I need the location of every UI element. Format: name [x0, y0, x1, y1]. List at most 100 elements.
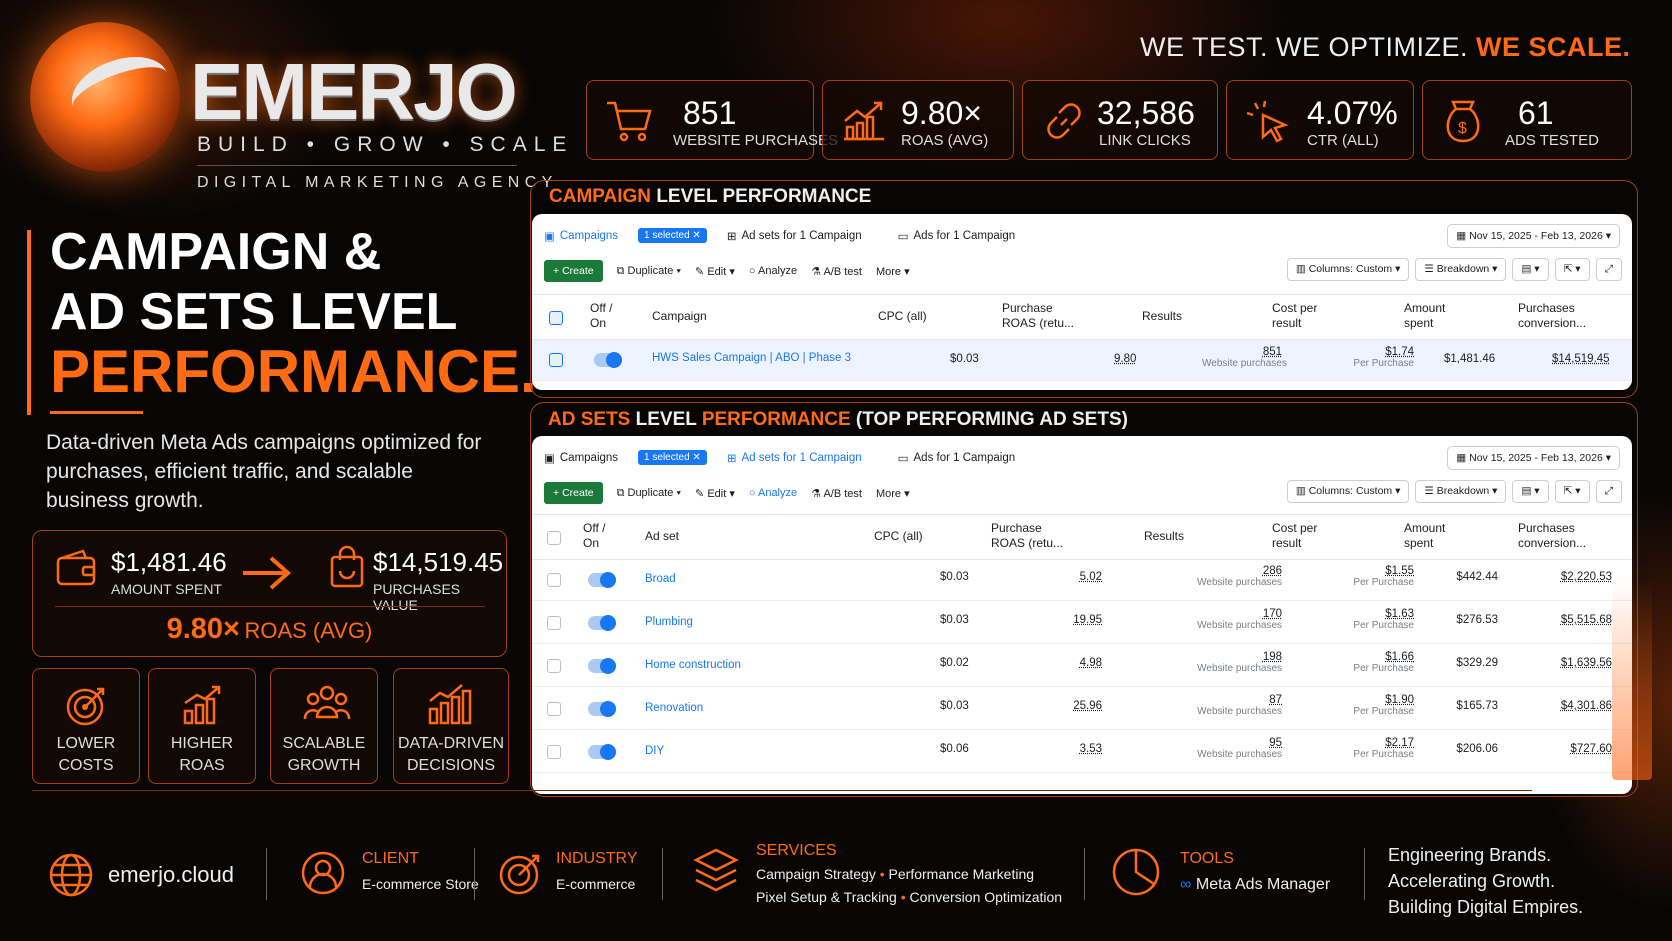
breakdown-button[interactable]: ☰ Breakdown ▾ — [1415, 258, 1507, 281]
column-header-roas[interactable]: Purchase ROAS (retu... — [1002, 301, 1074, 331]
row-checkbox[interactable] — [547, 573, 561, 587]
brand-tagline: BUILD • GROW • SCALE — [197, 133, 574, 156]
expand-button[interactable]: ⤢ — [1595, 480, 1622, 503]
analyze-button[interactable]: ○ Analyze — [749, 265, 797, 277]
columns-button[interactable]: ▥ Columns: Custom ▾ — [1286, 480, 1410, 503]
expand-button[interactable]: ⤢ — [1595, 258, 1622, 281]
edit-button[interactable]: ✎ Edit ▾ — [695, 487, 735, 500]
campaigns-tab-icon: ▣ — [544, 452, 555, 465]
table-row[interactable]: Plumbing $0.03 19.95 170 Website purchase… — [532, 603, 1632, 644]
date-range-picker[interactable]: ▦ Nov 15, 2025 - Feb 13, 2026 ▾ — [1447, 446, 1620, 470]
table-row[interactable]: Renovation $0.03 25.96 87 Website purchas… — [532, 689, 1632, 730]
benefit-higher-roas: HIGHER ROAS — [148, 668, 256, 784]
column-header-conversion[interactable]: Purchases conversion... — [1518, 301, 1586, 331]
duplicate-button[interactable]: ⧉ Duplicate ▾ — [617, 265, 681, 278]
reports-button[interactable]: ▤ ▾ — [1512, 258, 1549, 281]
column-header-cpc[interactable]: CPC (all) — [874, 529, 923, 544]
selected-badge[interactable]: 1 selected ✕ — [638, 228, 707, 243]
export-button[interactable]: ⇱ ▾ — [1554, 480, 1590, 503]
adset-name-link[interactable]: Home construction — [645, 659, 741, 671]
ab-test-button[interactable]: ⚗ A/B test — [811, 487, 862, 500]
headline: CAMPAIGN & AD SETS LEVEL PERFORMANCE. — [50, 222, 537, 402]
row-checkbox[interactable] — [547, 616, 561, 630]
export-button[interactable]: ⇱ ▾ — [1554, 258, 1590, 281]
table-row[interactable]: DIY $0.06 3.53 95 Website purchases $2.17… — [532, 732, 1632, 773]
grid-icon: ⊞ — [726, 230, 737, 243]
row-toggle[interactable] — [594, 352, 622, 368]
create-button[interactable]: + Create — [544, 482, 603, 504]
cart-icon — [607, 101, 652, 142]
column-header-conversion[interactable]: Purchases conversion... — [1518, 521, 1586, 551]
reports-button[interactable]: ▤ ▾ — [1512, 480, 1549, 503]
row-checkbox[interactable] — [547, 659, 561, 673]
tab-campaigns[interactable]: ▣ Campaigns — [544, 229, 618, 243]
roas-value: 3.53 — [1079, 743, 1102, 755]
ab-test-button[interactable]: ⚗ A/B test — [811, 265, 862, 278]
campaign-name-link[interactable]: HWS Sales Campaign | ABO | Phase 3 — [652, 352, 851, 364]
row-toggle[interactable] — [588, 744, 616, 760]
breakdown-icon: ☰ — [1424, 263, 1434, 275]
more-button[interactable]: More ▾ — [876, 487, 910, 500]
services-line2: Pixel Setup & Tracking • Conversion Opti… — [756, 889, 1063, 905]
table-row[interactable]: HWS Sales Campaign | ABO | Phase 3 $0.03… — [532, 340, 1632, 381]
people-icon — [303, 685, 351, 720]
columns-icon: ▥ — [1295, 485, 1306, 497]
select-all-checkbox[interactable] — [547, 531, 561, 545]
row-checkbox[interactable] — [549, 353, 563, 367]
row-toggle[interactable] — [588, 615, 616, 631]
columns-button[interactable]: ▥ Columns: Custom ▾ — [1286, 258, 1410, 281]
tab-ads[interactable]: ▭ Ads for 1 Campaign — [898, 229, 1016, 243]
analyze-button[interactable]: ○ Analyze — [749, 487, 797, 499]
more-button[interactable]: More ▾ — [876, 265, 910, 278]
roas-summary-label: ROAS (AVG) — [244, 618, 373, 643]
column-header-roas[interactable]: Purchase ROAS (retu... — [991, 521, 1063, 551]
industry-value: E-commerce — [556, 876, 636, 892]
column-header-amount-spent[interactable]: Amount spent — [1404, 301, 1445, 331]
adset-name-link[interactable]: Plumbing — [645, 616, 693, 628]
row-checkbox[interactable] — [547, 702, 561, 716]
row-checkbox[interactable] — [547, 745, 561, 759]
conversion-value: $2,220.53 — [1560, 571, 1612, 583]
date-range-picker[interactable]: ▦ Nov 15, 2025 - Feb 13, 2026 ▾ — [1447, 224, 1620, 248]
selected-badge[interactable]: 1 selected ✕ — [638, 450, 707, 465]
tab-ads[interactable]: ▭ Ads for 1 Campaign — [898, 451, 1016, 465]
shopping-bag-icon — [330, 545, 364, 588]
slogan: WE TEST. WE OPTIMIZE. WE SCALE. — [1140, 32, 1631, 62]
column-header-adset[interactable]: Ad set — [645, 529, 679, 544]
column-header-cpc[interactable]: CPC (all) — [878, 309, 927, 324]
results-cell: 170 Website purchases — [1197, 608, 1282, 631]
row-toggle[interactable] — [588, 701, 616, 717]
amount-spent-value: $165.73 — [1456, 700, 1498, 712]
brand-name: EMERJO — [190, 47, 518, 136]
row-toggle[interactable] — [588, 572, 616, 588]
tab-adsets[interactable]: ⊞ Ad sets for 1 Campaign — [727, 451, 862, 465]
column-header-results[interactable]: Results — [1142, 309, 1182, 324]
create-button[interactable]: + Create — [544, 260, 603, 282]
cost-per-result-cell: $1.90 Per Purchase — [1353, 694, 1414, 717]
row-toggle[interactable] — [588, 658, 616, 674]
column-header-results[interactable]: Results — [1144, 529, 1184, 544]
edit-button[interactable]: ✎ Edit ▾ — [695, 265, 735, 278]
adset-name-link[interactable]: DIY — [645, 745, 664, 757]
tab-adsets[interactable]: ⊞ Ad sets for 1 Campaign — [727, 229, 862, 243]
cost-per-result-cell: $1.63 Per Purchase — [1353, 608, 1414, 631]
adset-name-link[interactable]: Renovation — [645, 702, 703, 714]
campaigns-tab-icon: ▣ — [544, 230, 555, 243]
breakdown-button[interactable]: ☰ Breakdown ▾ — [1415, 480, 1507, 503]
close-icon[interactable]: ✕ — [692, 452, 700, 463]
website-link[interactable]: emerjo.cloud — [108, 862, 234, 888]
table-row[interactable]: Home construction $0.02 4.98 198 Website … — [532, 646, 1632, 687]
divider — [197, 165, 517, 166]
duplicate-button[interactable]: ⧉ Duplicate ▾ — [617, 487, 681, 500]
tab-campaigns[interactable]: ▣ Campaigns — [544, 451, 618, 465]
column-header-cost-per-result[interactable]: Cost per result — [1272, 301, 1317, 331]
select-all-checkbox[interactable] — [549, 311, 563, 325]
ads-tab-icon: ▭ — [897, 452, 909, 465]
column-header-campaign[interactable]: Campaign — [652, 309, 707, 324]
adset-name-link[interactable]: Broad — [645, 573, 676, 585]
table-row[interactable]: Broad $0.03 5.02 286 Website purchases $1… — [532, 560, 1632, 601]
column-header-amount-spent[interactable]: Amount spent — [1404, 521, 1445, 551]
cpc-value: $0.03 — [940, 571, 969, 583]
column-header-cost-per-result[interactable]: Cost per result — [1272, 521, 1317, 551]
close-icon[interactable]: ✕ — [692, 230, 700, 241]
